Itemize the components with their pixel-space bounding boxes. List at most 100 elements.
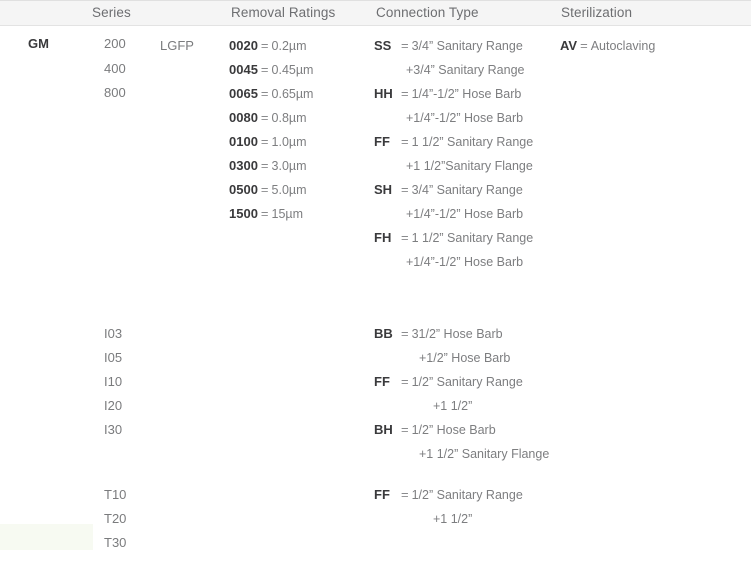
connection-type-row: HH = 1/4”-1/2” Hose Barb [374, 86, 521, 102]
series-value: I20 [104, 398, 123, 413]
equals-sign: = [260, 182, 269, 197]
removal-rating-row: 0065 = 0.65µm [229, 86, 313, 102]
equals-sign: = [260, 38, 269, 53]
removal-rating-row: 1500 = 15µm [229, 206, 303, 222]
column-header-removal-ratings: Removal Ratings [231, 5, 336, 20]
equals-sign: = [580, 38, 588, 53]
connection-description: 1/4”-1/2” Hose Barb [411, 87, 522, 101]
column-header-sterilization: Sterilization [561, 5, 633, 20]
removal-rating-value: 3.0µm [271, 159, 307, 173]
connection-description: 1 1/2” Sanitary Range [411, 135, 534, 149]
connection-description-secondary: +1 1/2” [433, 399, 473, 413]
equals-sign: = [260, 86, 269, 101]
removal-rating-value: 15µm [271, 207, 304, 221]
connection-description-secondary: +1 1/2” Sanitary Flange [419, 447, 550, 461]
series-value: T10 [104, 487, 127, 502]
removal-rating-row: 0300 = 3.0µm [229, 158, 307, 174]
connection-description: 1/2” Sanitary Range [411, 488, 523, 502]
removal-rating-value: 0.2µm [271, 39, 307, 53]
removal-rating-code: 0080 [229, 110, 258, 125]
connection-code: FF [374, 487, 390, 502]
equals-sign: = [401, 134, 409, 149]
highlight-swatch [0, 524, 93, 550]
connection-description-secondary: +1/4”-1/2” Hose Barb [406, 111, 524, 125]
equals-sign: = [401, 374, 409, 389]
equals-sign: = [260, 62, 269, 77]
equals-sign: = [260, 206, 269, 221]
connection-description: 1 1/2” Sanitary Range [411, 231, 534, 245]
connection-code: FH [374, 230, 392, 245]
series-value: T30 [104, 535, 127, 550]
removal-rating-code: 0300 [229, 158, 258, 173]
brand-code-gm: GM [28, 36, 49, 51]
removal-rating-row: 0080 = 0.8µm [229, 110, 307, 126]
connection-description: 1/2” Sanitary Range [411, 375, 523, 389]
removal-rating-code: 0020 [229, 38, 258, 53]
connection-type-row: FF = 1/2” Sanitary Range [374, 487, 523, 503]
removal-rating-row: 0100 = 1.0µm [229, 134, 307, 150]
removal-rating-code: 1500 [229, 206, 258, 221]
series-value: 800 [104, 85, 126, 100]
connection-description-secondary: +1/4”-1/2” Hose Barb [406, 255, 524, 269]
connection-description-secondary: +1 1/2” [433, 512, 473, 526]
connection-description-secondary: +1/4”-1/2” Hose Barb [406, 207, 524, 221]
removal-rating-value: 0.65µm [271, 87, 314, 101]
series-value: T20 [104, 511, 127, 526]
connection-type-row: FH = 1 1/2” Sanitary Range [374, 230, 533, 246]
connection-code: FF [374, 134, 390, 149]
equals-sign: = [260, 110, 269, 125]
connection-code: SH [374, 182, 393, 197]
removal-rating-row: 0045 = 0.45µm [229, 62, 313, 78]
connection-description: 3/4” Sanitary Range [411, 39, 523, 53]
connection-type-row: FF = 1/2” Sanitary Range [374, 374, 523, 390]
equals-sign: = [401, 230, 409, 245]
removal-rating-value: 5.0µm [271, 183, 307, 197]
removal-rating-row: 0500 = 5.0µm [229, 182, 307, 198]
removal-rating-code: 0045 [229, 62, 258, 77]
series-value: I03 [104, 326, 123, 341]
sterilization-row: AV = Autoclaving [560, 38, 655, 54]
connection-code: HH [374, 86, 393, 101]
removal-rating-value: 1.0µm [271, 135, 307, 149]
connection-type-row: SS = 3/4” Sanitary Range [374, 38, 523, 54]
equals-sign: = [401, 38, 409, 53]
removal-rating-code: 0065 [229, 86, 258, 101]
connection-description-secondary: +1 1/2”Sanitary Flange [406, 159, 533, 173]
connection-type-row: SH = 3/4” Sanitary Range [374, 182, 523, 198]
connection-description: 31/2” Hose Barb [411, 327, 503, 341]
connection-code: BH [374, 422, 393, 437]
connection-code: SS [374, 38, 392, 53]
equals-sign: = [401, 422, 409, 437]
connection-description-secondary: +3/4” Sanitary Range [406, 63, 525, 77]
sterilization-description: Autoclaving [590, 39, 656, 53]
removal-rating-value: 0.8µm [271, 111, 307, 125]
series-value: I10 [104, 374, 123, 389]
connection-type-row: FF = 1 1/2” Sanitary Range [374, 134, 533, 150]
connection-description: 3/4” Sanitary Range [411, 183, 523, 197]
equals-sign: = [401, 86, 409, 101]
equals-sign: = [260, 158, 269, 173]
connection-code: BB [374, 326, 393, 341]
equals-sign: = [260, 134, 269, 149]
removal-rating-value: 0.45µm [271, 63, 314, 77]
equals-sign: = [401, 182, 409, 197]
removal-rating-row: 0020 = 0.2µm [229, 38, 307, 54]
equals-sign: = [401, 487, 409, 502]
connection-type-row: BB = 31/2” Hose Barb [374, 326, 503, 342]
series-value: 200 [104, 36, 126, 51]
connection-type-row: BH = 1/2” Hose Barb [374, 422, 496, 438]
column-header-series: Series [92, 5, 131, 20]
media-code-lgfp: LGFP [160, 38, 194, 53]
series-value: 400 [104, 61, 126, 76]
column-header-connection-type: Connection Type [376, 5, 479, 20]
removal-rating-code: 0100 [229, 134, 258, 149]
equals-sign: = [401, 326, 409, 341]
connection-description: 1/2” Hose Barb [411, 423, 496, 437]
product-code-table-page: Series Removal Ratings Connection Type S… [0, 0, 751, 565]
removal-rating-code: 0500 [229, 182, 258, 197]
connection-code: FF [374, 374, 390, 389]
series-value: I05 [104, 350, 123, 365]
connection-description-secondary: +1/2” Hose Barb [419, 351, 511, 365]
series-value: I30 [104, 422, 123, 437]
sterilization-code: AV [560, 38, 578, 53]
